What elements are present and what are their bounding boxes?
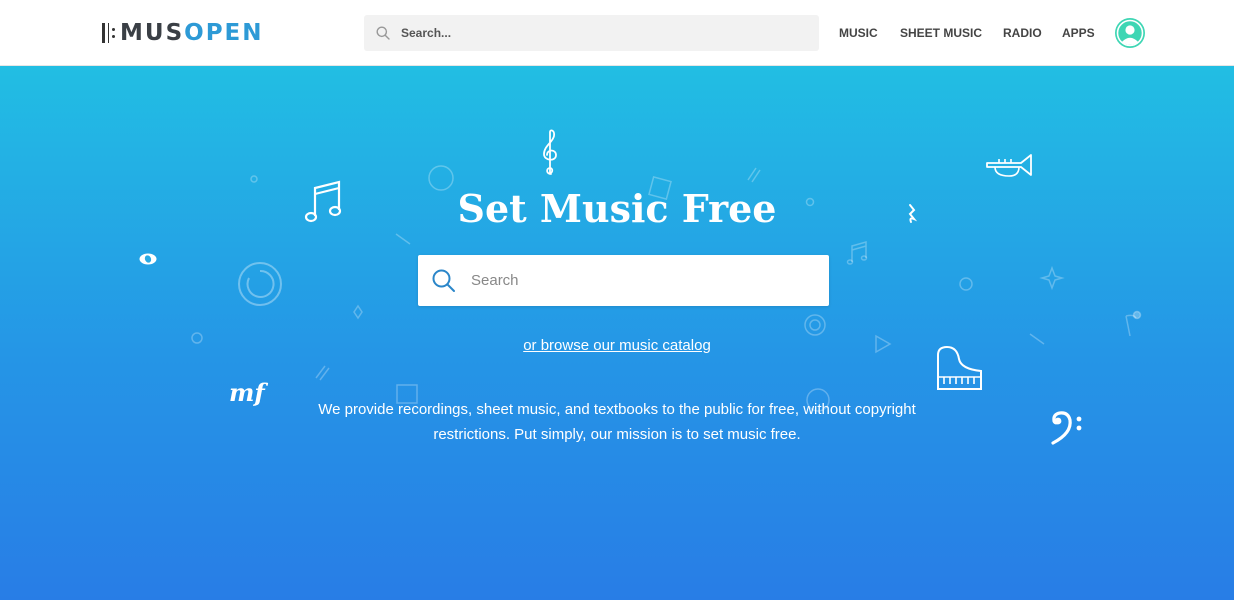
logo-mark-icon: [102, 22, 116, 44]
nav-radio[interactable]: RADIO: [1003, 26, 1042, 40]
nav-music[interactable]: MUSIC: [839, 26, 878, 40]
hero-search-box[interactable]: [418, 255, 829, 306]
mission-line-2: restrictions. Put simply, our mission is…: [433, 426, 801, 443]
logo-text-open: OPEN: [184, 20, 264, 46]
user-avatar[interactable]: [1115, 18, 1145, 48]
background-pattern: [191, 165, 1142, 412]
nav-sheet-music[interactable]: SHEET MUSIC: [900, 26, 982, 40]
search-icon: [432, 269, 455, 292]
mission-line-1: We provide recordings, sheet music, and …: [318, 401, 916, 418]
hero-search-input[interactable]: [469, 271, 813, 290]
nav-apps[interactable]: APPS: [1062, 26, 1095, 40]
logo-text-mus: MUS: [120, 20, 185, 46]
site-header: MUSOPEN MUSIC SHEET MUSIC RADIO APPS: [0, 0, 1234, 66]
header-search-box[interactable]: [364, 15, 819, 51]
hero-section: mf Set Music Free Search or browse our m…: [0, 66, 1234, 600]
search-icon: [376, 26, 390, 40]
user-icon: [1116, 19, 1144, 47]
hero-title: Set Music Free: [457, 186, 777, 231]
header-search-input[interactable]: [399, 25, 803, 41]
browse-catalog-link[interactable]: or browse our music catalog: [523, 337, 711, 354]
musopen-logo[interactable]: MUSOPEN: [102, 20, 264, 46]
mission-statement: We provide recordings, sheet music, and …: [0, 397, 1234, 447]
